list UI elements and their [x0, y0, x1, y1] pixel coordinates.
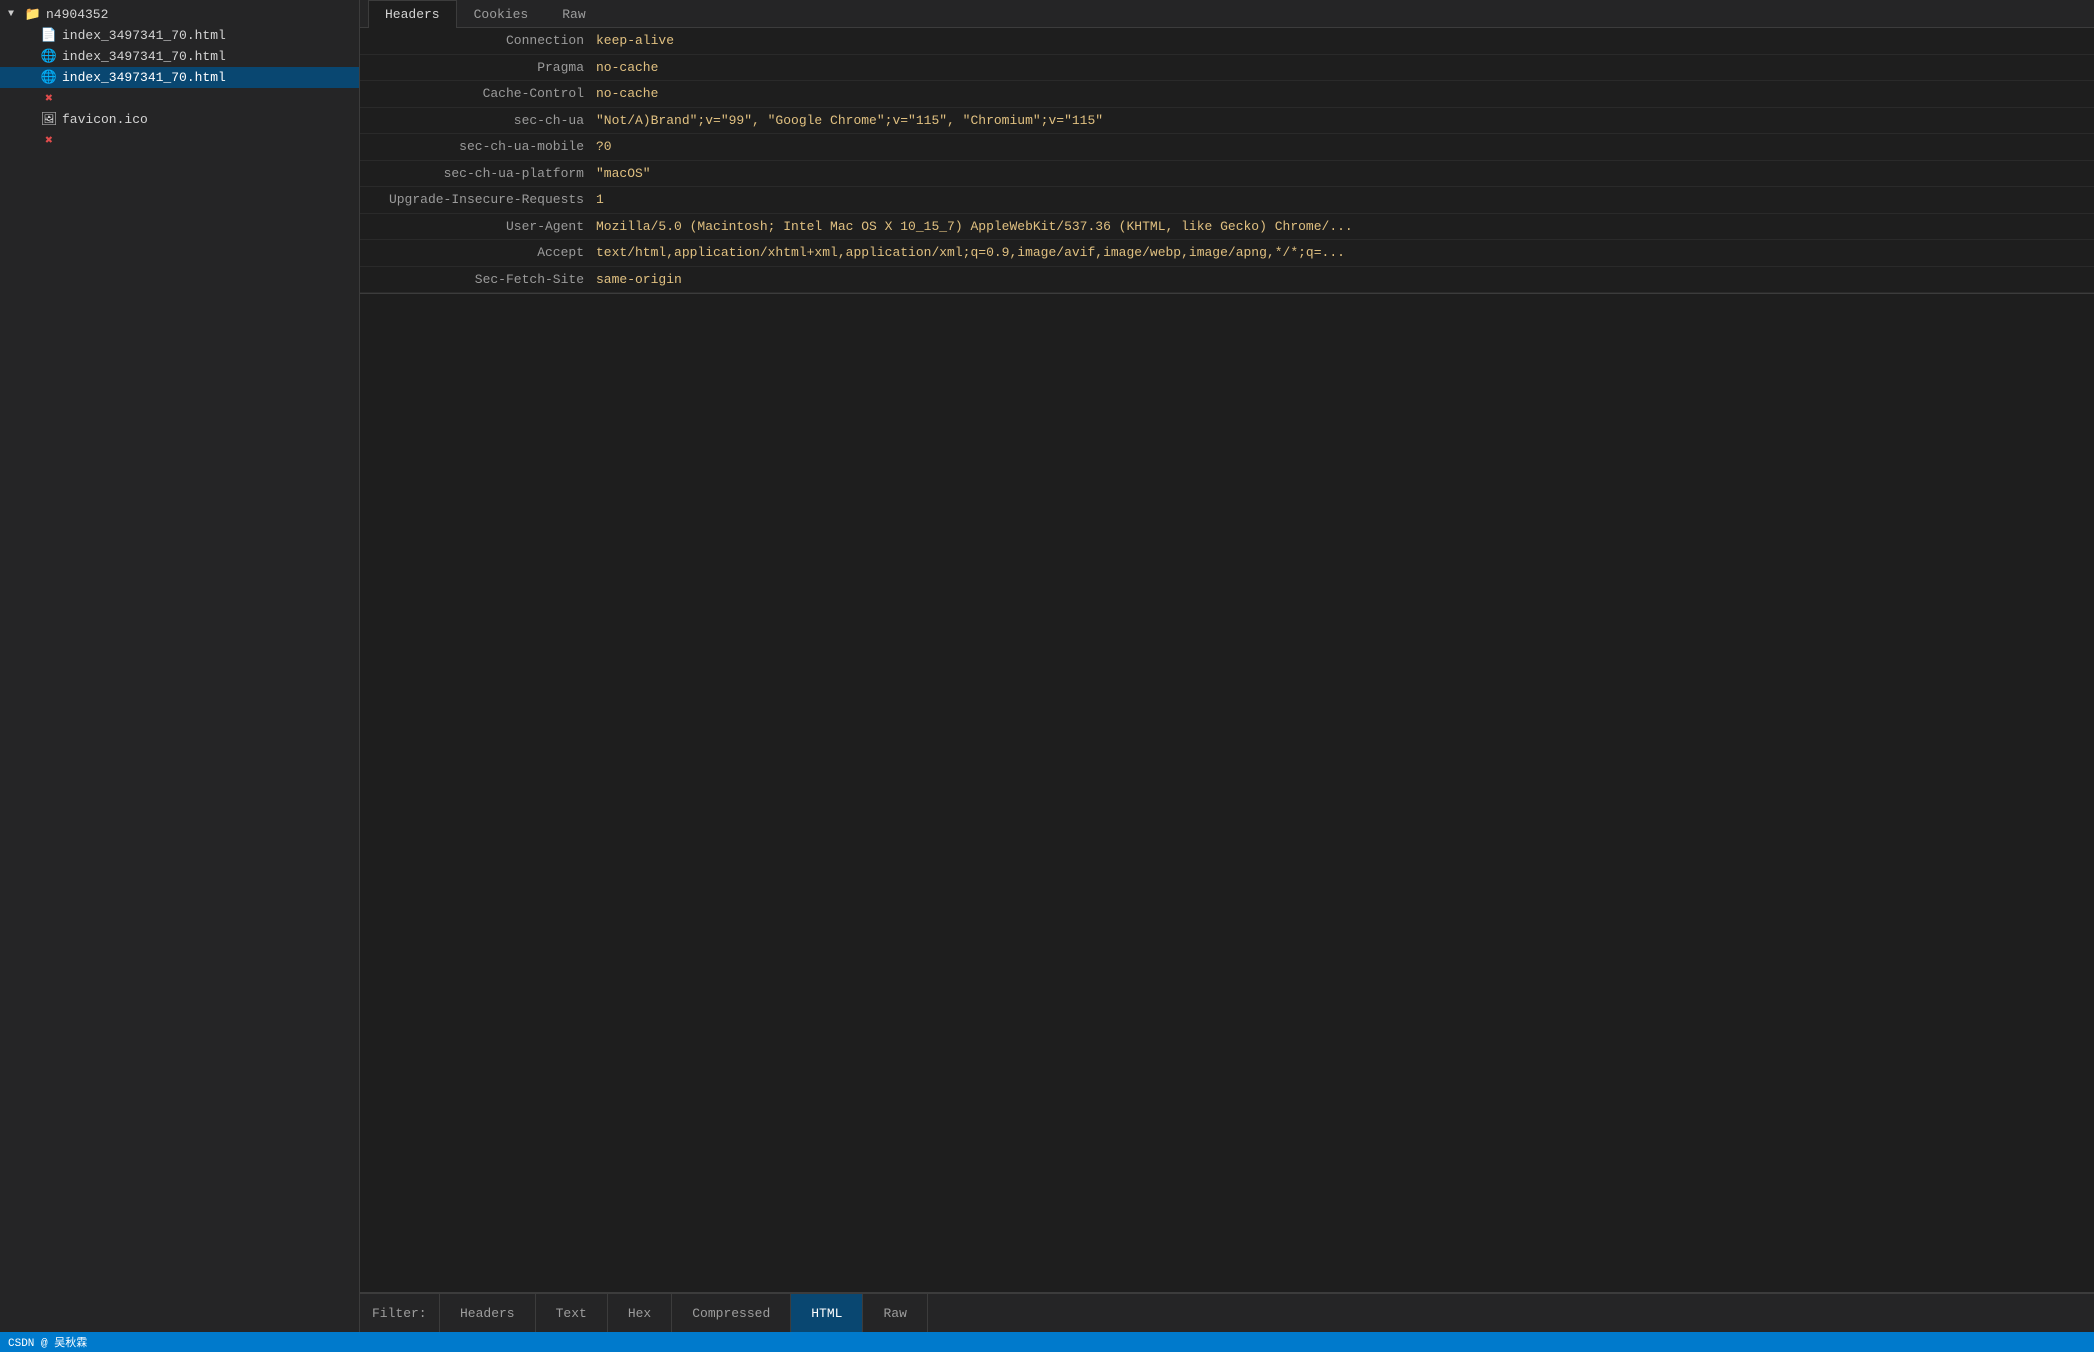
spacer: [24, 93, 40, 104]
header-value: 1: [596, 190, 2078, 210]
sidebar-item-file3[interactable]: 🌐 index_3497341_70.html: [0, 67, 359, 88]
bottom-tabs-container: HeadersTextHexCompressedHTMLRaw: [440, 1294, 2094, 1332]
tab-cookies[interactable]: Cookies: [457, 0, 546, 28]
tree-label: index_3497341_70.html: [62, 49, 226, 64]
header-row: Sec-Fetch-Site same-origin: [360, 267, 2094, 294]
header-value: "macOS": [596, 164, 2078, 184]
bottom-tab-html[interactable]: HTML: [791, 1294, 863, 1332]
main-container: ▼ 📁 n4904352 📄 index_3497341_70.html 🌐 inde…: [0, 0, 2094, 1332]
header-row: Pragma no-cache: [360, 55, 2094, 82]
spacer: [24, 72, 40, 83]
sidebar-item-file5[interactable]: 🖼 favicon.ico: [0, 109, 359, 130]
code-area[interactable]: </span>var _0x19b4=['w6/DjMKfwrw=','w4HC…: [360, 294, 2094, 1292]
header-name: Pragma: [376, 58, 596, 78]
bottom-tab-raw[interactable]: Raw: [863, 1294, 927, 1332]
header-value: keep-alive: [596, 31, 2078, 51]
spacer: [24, 51, 40, 62]
header-name: Sec-Fetch-Site: [376, 270, 596, 290]
bottom-tab-hex[interactable]: Hex: [608, 1294, 672, 1332]
tab-raw-top[interactable]: Raw: [545, 0, 602, 28]
sidebar-item-file1[interactable]: 📄 index_3497341_70.html: [0, 25, 359, 46]
folder-icon: 📁: [24, 7, 42, 22]
image-icon: 🖼: [40, 112, 58, 127]
header-row: Upgrade-Insecure-Requests 1: [360, 187, 2094, 214]
header-row: sec-ch-ua-platform "macOS": [360, 161, 2094, 188]
bottom-tab-headers[interactable]: Headers: [440, 1294, 536, 1332]
right-panel: Headers Cookies Raw Connection keep-aliv…: [360, 0, 2094, 1332]
footer-text: CSDN @ 吴秋霖: [8, 1334, 87, 1350]
footer: CSDN @ 吴秋霖: [0, 1332, 2094, 1352]
header-name: Accept: [376, 243, 596, 263]
header-name: User-Agent: [376, 217, 596, 237]
sidebar: ▼ 📁 n4904352 📄 index_3497341_70.html 🌐 inde…: [0, 0, 360, 1332]
header-row: sec-ch-ua "Not/A)Brand";v="99", "Google …: [360, 108, 2094, 135]
tree-label: index_3497341_70.html: [62, 70, 226, 85]
folder-arrow: ▼: [8, 9, 24, 20]
header-name: sec-ch-ua-platform: [376, 164, 596, 184]
header-value: no-cache: [596, 84, 2078, 104]
header-name: Cache-Control: [376, 84, 596, 104]
globe-icon: 🌐: [40, 49, 58, 64]
headers-section: Connection keep-alive Pragma no-cache Ca…: [360, 28, 2094, 294]
header-row: Connection keep-alive: [360, 28, 2094, 55]
tree-label: n4904352: [46, 7, 108, 22]
header-value: ?0: [596, 137, 2078, 157]
header-value: no-cache: [596, 58, 2078, 78]
sidebar-item-file4[interactable]: ✖: [0, 88, 359, 109]
header-name: Connection: [376, 31, 596, 51]
tab-headers[interactable]: Headers: [368, 0, 457, 28]
spacer: [24, 114, 40, 125]
bottom-bar: Filter: HeadersTextHexCompressedHTMLRaw: [360, 1292, 2094, 1332]
top-tab-bar: Headers Cookies Raw: [360, 0, 2094, 28]
spacer: [24, 135, 40, 146]
header-name: Upgrade-Insecure-Requests: [376, 190, 596, 210]
header-row: Accept text/html,application/xhtml+xml,a…: [360, 240, 2094, 267]
header-value: text/html,application/xhtml+xml,applicat…: [596, 243, 2078, 263]
header-row: sec-ch-ua-mobile ?0: [360, 134, 2094, 161]
filter-section: Filter:: [360, 1294, 440, 1332]
header-row: Cache-Control no-cache: [360, 81, 2094, 108]
header-name: sec-ch-ua: [376, 111, 596, 131]
spacer: [24, 30, 40, 41]
header-value: Mozilla/5.0 (Macintosh; Intel Mac OS X 1…: [596, 217, 2078, 237]
bottom-tab-text[interactable]: Text: [536, 1294, 608, 1332]
sidebar-item-file2[interactable]: 🌐 index_3497341_70.html: [0, 46, 359, 67]
error-icon: ✖: [40, 91, 58, 106]
tree-label: index_3497341_70.html: [62, 28, 226, 43]
header-name: sec-ch-ua-mobile: [376, 137, 596, 157]
header-value: same-origin: [596, 270, 2078, 290]
filter-label: Filter:: [372, 1306, 427, 1321]
sidebar-tree: ▼ 📁 n4904352 📄 index_3497341_70.html 🌐 inde…: [0, 0, 359, 155]
sidebar-item-folder-n4904352[interactable]: ▼ 📁 n4904352: [0, 4, 359, 25]
sidebar-item-file6[interactable]: ✖: [0, 130, 359, 151]
globe-icon: 🌐: [40, 70, 58, 85]
tree-label: favicon.ico: [62, 112, 148, 127]
doc-icon: 📄: [40, 28, 58, 43]
header-value: "Not/A)Brand";v="99", "Google Chrome";v=…: [596, 111, 2078, 131]
bottom-tab-compressed[interactable]: Compressed: [672, 1294, 791, 1332]
header-row: User-Agent Mozilla/5.0 (Macintosh; Intel…: [360, 214, 2094, 241]
error-icon: ✖: [40, 133, 58, 148]
